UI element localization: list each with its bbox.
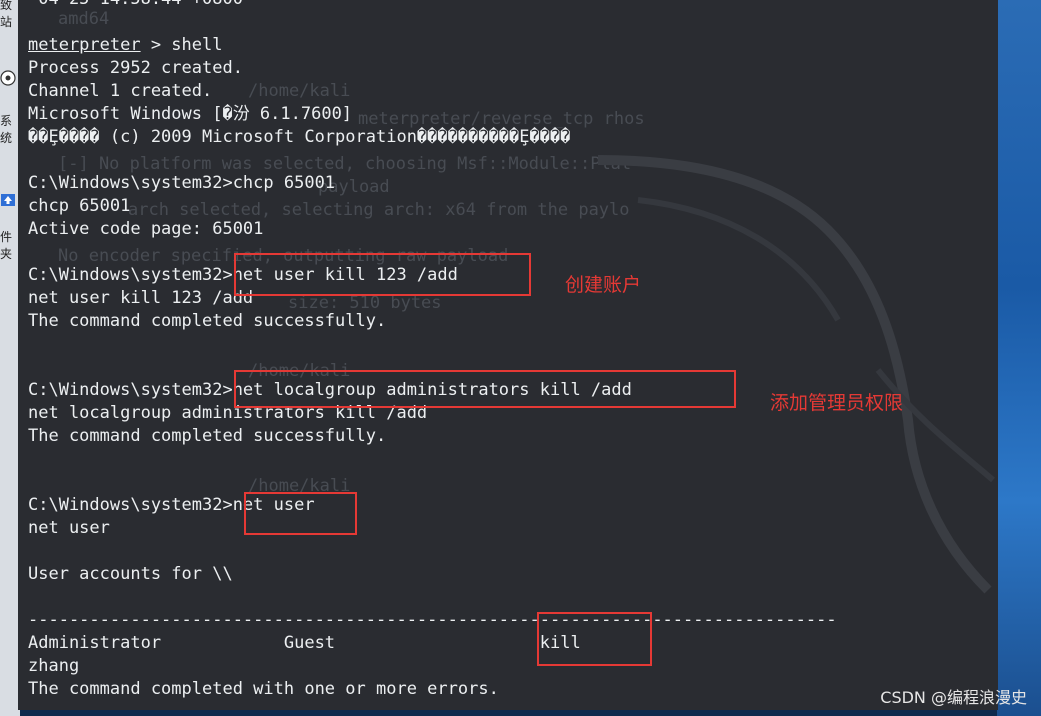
annotation-create-account: 创建账户 bbox=[565, 274, 642, 296]
csdn-watermark: CSDN @编程浪漫史 bbox=[880, 688, 1027, 707]
terminal-line: Channel 1 created. bbox=[28, 81, 213, 101]
terminal-line: zhang bbox=[28, 656, 80, 676]
terminal-line: The command completed with one or more e… bbox=[28, 679, 499, 699]
highlight-localgroup-add bbox=[234, 370, 736, 408]
meterpreter-prompt: meterpreter bbox=[28, 35, 141, 55]
terminal-line: The command completed successfully. bbox=[28, 426, 387, 446]
terminal-line: ��Ȩ���� (c) 2009 Microsoft Corporation��… bbox=[28, 127, 571, 147]
terminal-line: The command completed successfully. bbox=[28, 311, 387, 331]
terminal-line: Active code page: 65001 bbox=[28, 219, 264, 239]
terminal-line: C:\Windows\system32>chcp 65001 bbox=[28, 173, 336, 193]
upload-icon[interactable] bbox=[0, 192, 16, 208]
terminal-output: -04-25 14:58:44 +0800 meterpreter > shel… bbox=[28, 0, 988, 701]
highlight-kill-account bbox=[537, 612, 652, 666]
terminal-line: chcp 65001 bbox=[28, 196, 131, 216]
terminal-window[interactable]: amd64 /home/kali meterpreter/reverse_tcp… bbox=[18, 0, 998, 710]
highlight-net-user-add bbox=[234, 253, 531, 296]
highlight-net-user bbox=[244, 492, 357, 535]
desktop-wallpaper-right bbox=[997, 0, 1041, 716]
terminal-line-accounts: Administrator Guest kill bbox=[28, 633, 581, 653]
terminal-line: C:\Windows\system32>net user bbox=[28, 495, 315, 515]
disc-icon[interactable] bbox=[0, 70, 16, 86]
terminal-separator: ----------------------------------------… bbox=[28, 610, 837, 630]
terminal-line: User accounts for \\ bbox=[28, 564, 233, 584]
terminal-line-shell: meterpreter > shell bbox=[28, 34, 988, 57]
desktop-icon-strip: 致站 系统 件夹 bbox=[0, 0, 20, 716]
desktop-label-system[interactable]: 系统 bbox=[0, 112, 20, 146]
terminal-line: Process 2952 created. bbox=[28, 58, 243, 78]
terminal-line: Microsoft Windows [�汾 6.1.7600] bbox=[28, 104, 353, 124]
desktop-label-recycle[interactable]: 致站 bbox=[0, 0, 20, 30]
terminal-line: -04-25 14:58:44 +0800 bbox=[28, 0, 988, 11]
shell-command: > shell bbox=[140, 35, 223, 55]
annotation-add-admin: 添加管理员权限 bbox=[770, 392, 904, 414]
desktop-label-folder[interactable]: 件夹 bbox=[0, 228, 20, 262]
terminal-line: net user bbox=[28, 518, 110, 538]
